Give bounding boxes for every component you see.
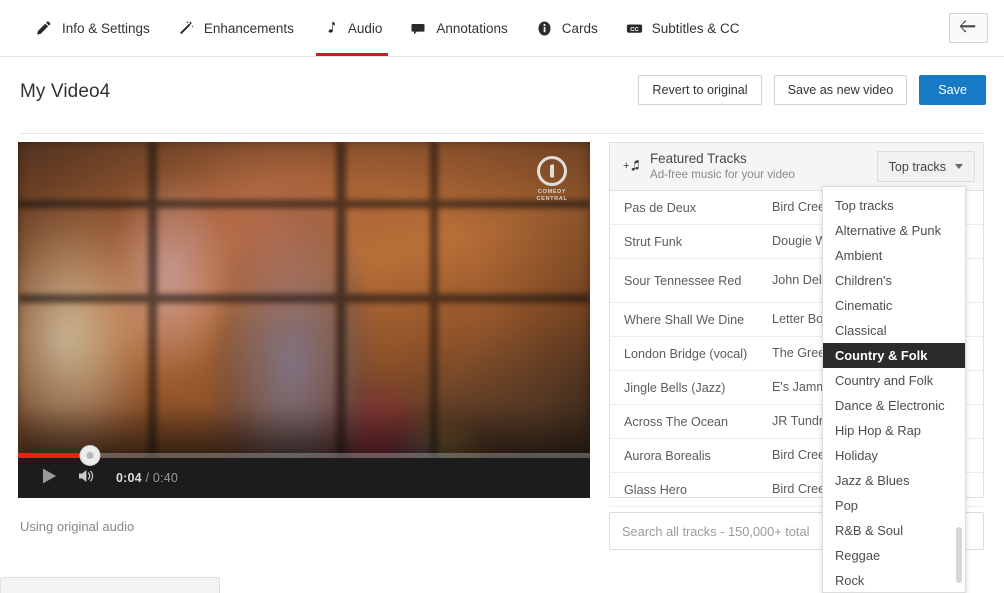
genre-dropdown-menu[interactable]: Top tracks Alternative & Punk Ambient Ch…: [822, 186, 966, 593]
revert-to-original-button[interactable]: Revert to original: [638, 75, 761, 105]
dropdown-item-holiday[interactable]: Holiday: [823, 443, 965, 468]
track-name: Across The Ocean: [624, 415, 772, 429]
tab-subtitles-cc[interactable]: CC Subtitles & CC: [612, 0, 754, 56]
watermark-line-2: CENTRAL: [530, 196, 574, 203]
track-name: Strut Funk: [624, 235, 772, 249]
dropdown-item-classical[interactable]: Classical: [823, 318, 965, 343]
player-controls: 0:04 / 0:40: [18, 458, 590, 498]
volume-icon: [77, 467, 97, 490]
track-name: Aurora Borealis: [624, 449, 772, 463]
control-row: 0:04 / 0:40: [18, 458, 178, 498]
dropdown-item-childrens[interactable]: Children's: [823, 268, 965, 293]
header-actions: Revert to original Save as new video Sav…: [638, 75, 986, 105]
tab-label: Enhancements: [204, 21, 294, 36]
magic-wand-icon: [178, 20, 195, 37]
tab-info-settings[interactable]: Info & Settings: [22, 0, 164, 56]
featured-tracks-heading-text: Featured Tracks Ad-free music for your v…: [650, 151, 795, 182]
svg-text:CC: CC: [630, 26, 639, 32]
tab-list: Info & Settings Enhancements: [22, 0, 754, 56]
header-divider: [20, 133, 984, 134]
volume-button[interactable]: [68, 458, 106, 498]
save-button[interactable]: Save: [919, 75, 986, 105]
video-player[interactable]: COMEDY CENTRAL: [18, 142, 590, 498]
play-icon: [41, 467, 58, 490]
tab-label: Info & Settings: [62, 21, 150, 36]
title-row: My Video4 Revert to original Save as new…: [0, 57, 1004, 134]
genre-filter-button[interactable]: Top tracks: [877, 151, 975, 182]
tab-audio[interactable]: Audio: [308, 0, 397, 56]
time-separator: /: [146, 471, 150, 485]
tab-label: Audio: [348, 21, 383, 36]
tab-label: Subtitles & CC: [652, 21, 740, 36]
featured-tracks-title: Featured Tracks: [650, 151, 795, 167]
bottom-panel-stub[interactable]: [0, 577, 220, 593]
track-name: London Bridge (vocal): [624, 347, 772, 361]
closed-caption-icon: CC: [626, 20, 643, 37]
track-name: Pas de Deux: [624, 201, 772, 215]
dropdown-item-alternative-punk[interactable]: Alternative & Punk: [823, 218, 965, 243]
dropdown-item-country-folk[interactable]: Country & Folk: [823, 343, 965, 368]
tab-cards[interactable]: Cards: [522, 0, 612, 56]
chevron-down-icon: [955, 164, 963, 169]
track-name: Glass Hero: [624, 483, 772, 497]
music-note-icon: [322, 20, 339, 37]
tab-label: Cards: [562, 21, 598, 36]
info-circle-icon: [536, 20, 553, 37]
add-music-icon: +: [622, 157, 648, 177]
editor-tab-bar: Info & Settings Enhancements: [0, 0, 1004, 57]
track-name: Where Shall We Dine: [624, 313, 772, 327]
featured-tracks-subtitle: Ad-free music for your video: [650, 167, 795, 182]
dropdown-item-country-and-folk[interactable]: Country and Folk: [823, 368, 965, 393]
page-title: My Video4: [20, 81, 110, 103]
tab-label: Annotations: [436, 21, 507, 36]
featured-tracks-header: + Featured Tracks Ad-free music for your…: [610, 143, 983, 191]
watermark-line-1: COMEDY: [530, 189, 574, 196]
back-arrow-icon: [960, 19, 977, 38]
dropdown-item-dance-electronic[interactable]: Dance & Electronic: [823, 393, 965, 418]
dropdown-item-rnb-soul[interactable]: R&B & Soul: [823, 518, 965, 543]
dropdown-item-top-tracks[interactable]: Top tracks: [823, 193, 965, 218]
dropdown-item-rock[interactable]: Rock: [823, 568, 965, 593]
track-name: Jingle Bells (Jazz): [624, 381, 772, 395]
time-display: 0:04 / 0:40: [116, 471, 178, 485]
current-time: 0:04: [116, 471, 142, 485]
dropdown-item-hip-hop-rap[interactable]: Hip Hop & Rap: [823, 418, 965, 443]
back-button[interactable]: [949, 13, 988, 43]
genre-filter-label: Top tracks: [889, 160, 946, 174]
tab-annotations[interactable]: Annotations: [396, 0, 521, 56]
pencil-icon: [36, 20, 53, 37]
speech-bubble-icon: [410, 20, 427, 37]
save-as-new-video-button[interactable]: Save as new video: [774, 75, 908, 105]
dropdown-item-reggae[interactable]: Reggae: [823, 543, 965, 568]
dropdown-scrollbar[interactable]: [956, 527, 962, 583]
tab-enhancements[interactable]: Enhancements: [164, 0, 308, 56]
play-button[interactable]: [30, 458, 68, 498]
dropdown-item-ambient[interactable]: Ambient: [823, 243, 965, 268]
video-frame: COMEDY CENTRAL: [18, 142, 590, 498]
comedy-central-watermark: COMEDY CENTRAL: [530, 156, 574, 203]
video-editor-page: Info & Settings Enhancements: [0, 0, 1004, 593]
svg-text:+: +: [623, 160, 629, 172]
dropdown-item-pop[interactable]: Pop: [823, 493, 965, 518]
dropdown-item-jazz-blues[interactable]: Jazz & Blues: [823, 468, 965, 493]
track-name: Sour Tennessee Red: [624, 274, 772, 288]
total-time: 0:40: [153, 471, 178, 485]
audio-status-label: Using original audio: [20, 519, 134, 534]
dropdown-item-cinematic[interactable]: Cinematic: [823, 293, 965, 318]
